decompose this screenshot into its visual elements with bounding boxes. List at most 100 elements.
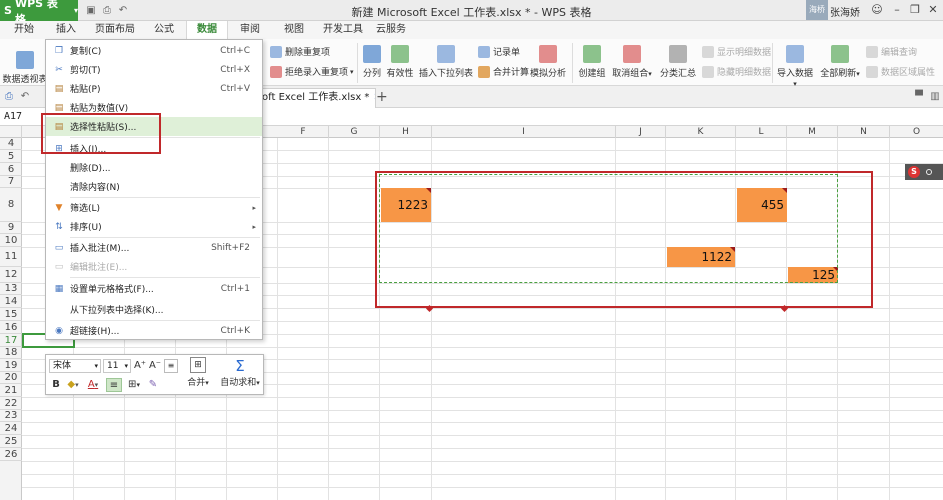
borders-icon[interactable]: ⊞▾ (124, 378, 144, 392)
ime-settings-icon[interactable] (926, 169, 932, 175)
column-header[interactable]: G (329, 126, 380, 138)
row-header[interactable]: 22 (0, 397, 22, 410)
tab-page-layout[interactable]: 页面布局 (88, 21, 142, 39)
ungroup-button[interactable]: 取消组合▾ (610, 45, 654, 79)
menu-item-sort[interactable]: ⇅ 排序(U) ▸ (46, 217, 262, 236)
column-header[interactable]: K (666, 126, 736, 138)
font-color-icon[interactable]: A▾ (84, 378, 102, 392)
tab-start[interactable]: 开始 (4, 21, 44, 39)
shrink-font-button[interactable]: A⁻ (148, 359, 162, 373)
row-header[interactable]: 5 (0, 150, 22, 163)
row-header[interactable]: 10 (0, 234, 22, 247)
menu-item-hyperlink[interactable]: ◉ 超链接(H)... Ctrl+K (46, 321, 262, 340)
merge-calc-button[interactable]: 合并计算 (478, 65, 529, 78)
tab-review[interactable]: 审阅 (230, 21, 270, 39)
column-header[interactable]: M (787, 126, 838, 138)
column-header[interactable]: L (736, 126, 787, 138)
edit-query-button[interactable]: 编辑查询 (866, 45, 917, 58)
row-header[interactable]: 7 (0, 176, 22, 188)
row-header[interactable]: 9 (0, 222, 22, 234)
show-detail-button[interactable]: 显示明细数据 (702, 45, 771, 58)
skin-icon[interactable]: ☺ (870, 2, 884, 18)
row-header[interactable]: 24 (0, 422, 22, 435)
column-header[interactable]: I (432, 126, 616, 138)
menu-item-edit-comment[interactable]: ▭ 编辑批注(E)... (46, 257, 262, 276)
ime-toolbar[interactable]: S (905, 164, 943, 180)
create-group-button[interactable]: 创建组 (576, 45, 608, 79)
row-header[interactable]: 12 (0, 267, 22, 283)
row-header[interactable]: 13 (0, 283, 22, 295)
row-header-selected[interactable]: 17 (0, 334, 22, 347)
merge-cells-button[interactable]: ⊞ 合并▾ (182, 357, 214, 388)
menu-item-cut[interactable]: ✂ 剪切(T) Ctrl+X (46, 60, 262, 79)
tab-insert[interactable]: 插入 (48, 21, 84, 39)
close-icon[interactable]: ✕ (926, 2, 940, 18)
menu-item-paste[interactable]: ▤ 粘贴(P) Ctrl+V (46, 79, 262, 98)
subtotal-button[interactable]: 分类汇总 (658, 45, 698, 79)
tab-cloud[interactable]: 云服务 (370, 21, 412, 39)
tab-developer[interactable]: 开发工具 (318, 21, 368, 39)
print-preview-icon[interactable]: ⎙ (2, 90, 16, 103)
select-all-corner[interactable] (0, 126, 22, 138)
pivot-table-button[interactable]: 数据透视表 (2, 51, 48, 85)
refresh-all-button[interactable]: 全部刷新▾ (818, 45, 862, 79)
reject-duplicates-button[interactable]: 拒绝录入重复项 ▾ (270, 65, 354, 78)
name-box[interactable]: A17 (0, 108, 46, 126)
menu-item-pick-from-list[interactable]: 从下拉列表中选择(K)... (46, 300, 262, 319)
column-header[interactable]: N (838, 126, 890, 138)
row-header[interactable]: 18 (0, 347, 22, 359)
row-header[interactable]: 11 (0, 247, 22, 267)
area-properties-button[interactable]: 数据区域属性 (866, 65, 935, 78)
row-header[interactable]: 19 (0, 359, 22, 372)
bold-button[interactable]: B (50, 378, 62, 392)
font-size-select[interactable]: 11 ▾ (103, 359, 131, 373)
row-header[interactable]: 4 (0, 138, 22, 150)
remove-duplicates-button[interactable]: 删除重复项 (270, 45, 330, 58)
grow-font-button[interactable]: A⁺ (133, 359, 147, 373)
column-header[interactable]: O (890, 126, 943, 138)
undo-icon[interactable]: ↶ (18, 90, 32, 103)
row-header[interactable]: 16 (0, 321, 22, 334)
row-header[interactable]: 6 (0, 163, 22, 176)
row-header[interactable]: 25 (0, 435, 22, 448)
avatar[interactable]: 海桥 (806, 0, 828, 20)
menu-item-filter[interactable]: ▼ 筛选(L) ▸ (46, 198, 262, 217)
column-header[interactable]: J (616, 126, 666, 138)
record-form-button[interactable]: 记录单 (478, 45, 520, 58)
row-header[interactable]: 14 (0, 295, 22, 308)
menu-item-copy[interactable]: ❐ 复制(C) Ctrl+C (46, 41, 262, 60)
new-tab-icon[interactable]: + (376, 89, 388, 105)
font-name-select[interactable]: 宋体 ▾ (49, 359, 101, 373)
menu-item-delete[interactable]: 删除(D)... (46, 158, 262, 177)
autosum-button[interactable]: Σ 自动求和▾ (218, 357, 262, 388)
tile-windows-icon[interactable]: ▥ (928, 90, 942, 103)
column-header[interactable]: H (380, 126, 432, 138)
minimize-icon[interactable]: – (890, 2, 904, 18)
row-header[interactable]: 8 (0, 188, 22, 222)
import-data-button[interactable]: 导入数据▾ (776, 45, 814, 89)
format-painter-icon[interactable]: ✎ (146, 378, 160, 392)
ribbon-toggle-icon[interactable]: ▀ (912, 90, 926, 103)
menu-item-clear[interactable]: 清除内容(N) (46, 177, 262, 196)
row-header[interactable]: 15 (0, 308, 22, 321)
what-if-button[interactable]: 模拟分析 (528, 45, 568, 79)
user-name[interactable]: 张海娇 (830, 4, 860, 19)
fill-color-icon[interactable]: ◆▾ (64, 378, 82, 392)
split-column-button[interactable]: 分列 (360, 45, 384, 79)
tab-data[interactable]: 数据 (186, 21, 228, 39)
align-center-icon[interactable]: ≡ (106, 378, 122, 392)
validity-button[interactable]: 有效性 (385, 45, 415, 79)
row-header[interactable]: 20 (0, 372, 22, 384)
row-header[interactable]: 23 (0, 410, 22, 422)
column-header[interactable]: F (278, 126, 329, 138)
hide-detail-button[interactable]: 隐藏明细数据 (702, 65, 771, 78)
row-header[interactable]: 21 (0, 384, 22, 397)
comment-box-icon[interactable]: ≡ (164, 359, 178, 373)
tab-formula[interactable]: 公式 (144, 21, 184, 39)
insert-dropdown-button[interactable]: 插入下拉列表 (418, 45, 474, 79)
menu-item-insert-comment[interactable]: ▭ 插入批注(M)... Shift+F2 (46, 238, 262, 257)
row-header[interactable]: 26 (0, 448, 22, 461)
tab-view[interactable]: 视图 (274, 21, 314, 39)
restore-icon[interactable]: ❐ (908, 2, 922, 18)
menu-item-format-cells[interactable]: ▦ 设置单元格格式(F)... Ctrl+1 (46, 279, 262, 298)
